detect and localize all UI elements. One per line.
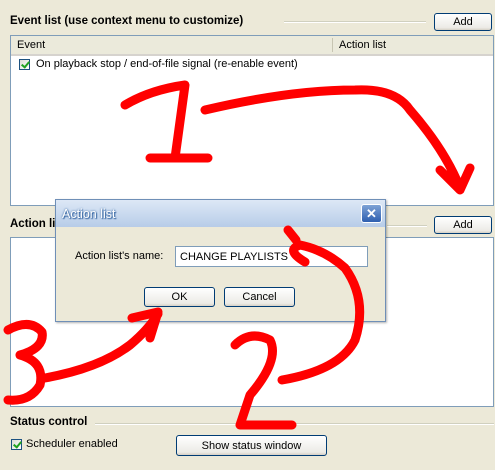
scheduler-enabled-checkbox[interactable] <box>11 439 22 450</box>
dialog-body: Action list's name: OK Cancel <box>56 227 385 321</box>
event-list-view[interactable]: Event Action list On playback stop / end… <box>10 35 494 206</box>
scheduler-enabled-label[interactable]: Scheduler enabled <box>26 438 118 450</box>
dialog-title: Action list <box>62 207 116 221</box>
event-list-header: Event Action list <box>11 36 493 56</box>
column-separator[interactable] <box>332 38 333 52</box>
status-control-divider <box>95 423 494 425</box>
action-list-add-button[interactable]: Add <box>434 216 492 234</box>
action-list-dialog: Action list ✕ Action list's name: OK Can… <box>55 199 386 322</box>
close-icon[interactable]: ✕ <box>361 204 382 223</box>
ok-button[interactable]: OK <box>144 287 215 307</box>
action-list-divider <box>387 225 427 227</box>
event-row[interactable]: On playback stop / end-of-file signal (r… <box>11 57 493 73</box>
action-list-title: Action li <box>10 218 56 230</box>
event-list-title: Event list (use context menu to customiz… <box>10 15 244 27</box>
event-row-label: On playback stop / end-of-file signal (r… <box>36 58 298 70</box>
column-header-action-list[interactable]: Action list <box>339 39 386 51</box>
status-control-title: Status control <box>10 416 88 428</box>
event-row-checkbox[interactable] <box>19 59 30 70</box>
show-status-window-button[interactable]: Show status window <box>176 435 327 456</box>
event-list-add-button[interactable]: Add <box>434 13 492 31</box>
event-list-divider <box>284 21 426 23</box>
cancel-button[interactable]: Cancel <box>224 287 295 307</box>
dialog-titlebar[interactable]: Action list ✕ <box>56 200 385 227</box>
column-header-event[interactable]: Event <box>17 39 45 51</box>
action-list-name-input[interactable] <box>175 246 368 267</box>
action-list-name-label: Action list's name: <box>75 250 164 262</box>
